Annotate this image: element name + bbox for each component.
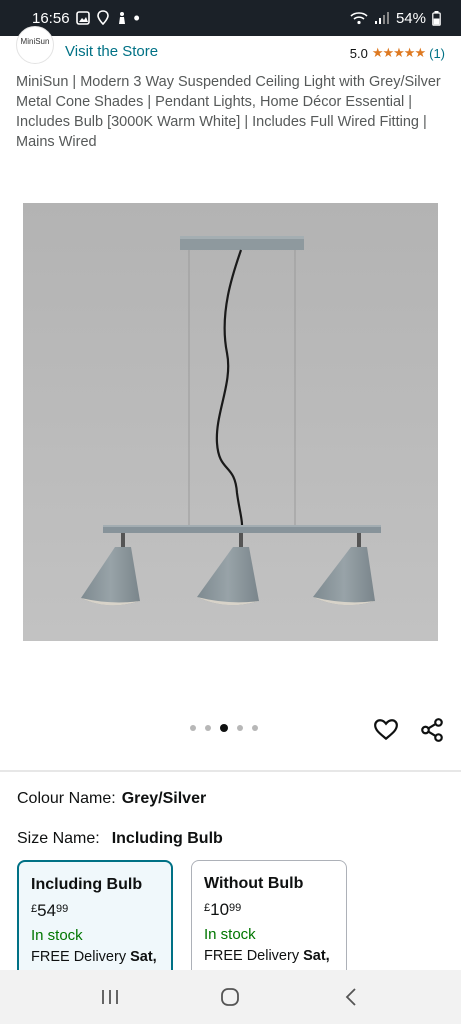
back-icon — [345, 988, 356, 1006]
store-logo-text: MiniSun — [20, 37, 50, 46]
recent-apps-icon — [102, 990, 119, 1004]
signal-icon — [374, 12, 389, 24]
colour-name-value: Grey/Silver — [121, 790, 207, 807]
gallery-dot[interactable] — [190, 725, 196, 731]
rating-summary[interactable]: 5.0 ★★★★★ (1) — [350, 45, 445, 61]
stock-status: In stock — [204, 926, 256, 943]
gallery-dot[interactable] — [205, 725, 211, 731]
colour-name-label: Colour Name: — [17, 790, 116, 807]
price-whole: 10 — [210, 900, 230, 919]
recent-apps-button[interactable] — [90, 977, 130, 1017]
touch-notification-icon — [118, 12, 125, 24]
rating-value: 5.0 — [349, 45, 368, 61]
store-logo[interactable]: MiniSun — [16, 26, 54, 64]
star-rating-icon: ★★★★★ — [371, 45, 426, 60]
status-right: 54% — [350, 10, 441, 27]
location-notification-icon — [96, 10, 109, 26]
status-time: 16:56 — [32, 9, 70, 27]
favorite-button[interactable] — [373, 717, 399, 743]
wifi-icon — [350, 12, 368, 25]
pendant-light-illustration — [23, 203, 438, 641]
size-name-row: Size Name: Including Bulb — [17, 830, 223, 848]
option-price: £ 54 99 — [31, 901, 159, 921]
size-name-value: Including Bulb — [111, 830, 223, 847]
delivery-prefix: FREE Delivery — [31, 949, 131, 965]
gallery-dot[interactable] — [237, 725, 243, 731]
size-name-label: Size Name: — [17, 830, 100, 847]
option-price: £ 10 99 — [204, 900, 334, 920]
price-fraction: 99 — [56, 903, 69, 915]
gallery-pagination — [190, 724, 258, 732]
colour-name-row: Colour Name: Grey/Silver — [17, 790, 206, 808]
back-button[interactable] — [331, 977, 371, 1017]
share-icon — [421, 718, 443, 742]
price-whole: 54 — [37, 901, 57, 920]
option-title: Including Bulb — [31, 876, 143, 893]
rating-count: (1) — [429, 45, 445, 61]
product-image[interactable] — [23, 203, 438, 641]
option-title: Without Bulb — [204, 875, 304, 892]
gallery-notification-icon — [75, 11, 90, 25]
heart-icon — [374, 719, 398, 741]
share-button[interactable] — [419, 717, 445, 743]
visit-store-link[interactable]: Visit the Store — [65, 43, 158, 60]
stock-status: In stock — [31, 927, 83, 944]
status-left: 16:56 • — [32, 8, 140, 28]
battery-level: 54% — [395, 9, 426, 27]
gallery-dot-active[interactable] — [220, 724, 228, 732]
system-nav-bar — [0, 970, 461, 1024]
delivery-info: FREE Delivery Sat, — [204, 948, 334, 964]
gallery-dot[interactable] — [252, 725, 258, 731]
delivery-day: Sat, — [303, 948, 330, 964]
delivery-day: Sat, — [130, 949, 157, 965]
product-title: MiniSun | Modern 3 Way Suspended Ceiling… — [16, 74, 441, 150]
delivery-info: FREE Delivery Sat, — [31, 949, 159, 965]
price-fraction: 99 — [229, 902, 242, 914]
more-notifications-icon: • — [133, 8, 140, 28]
home-icon — [221, 988, 240, 1006]
delivery-prefix: FREE Delivery — [204, 948, 304, 964]
battery-icon — [432, 10, 441, 26]
section-divider — [0, 770, 461, 772]
home-button[interactable] — [210, 977, 250, 1017]
store-row: MiniSun Visit the Store 5.0 ★★★★★ (1) — [0, 26, 461, 68]
status-bar: 16:56 • 54% — [0, 0, 461, 36]
